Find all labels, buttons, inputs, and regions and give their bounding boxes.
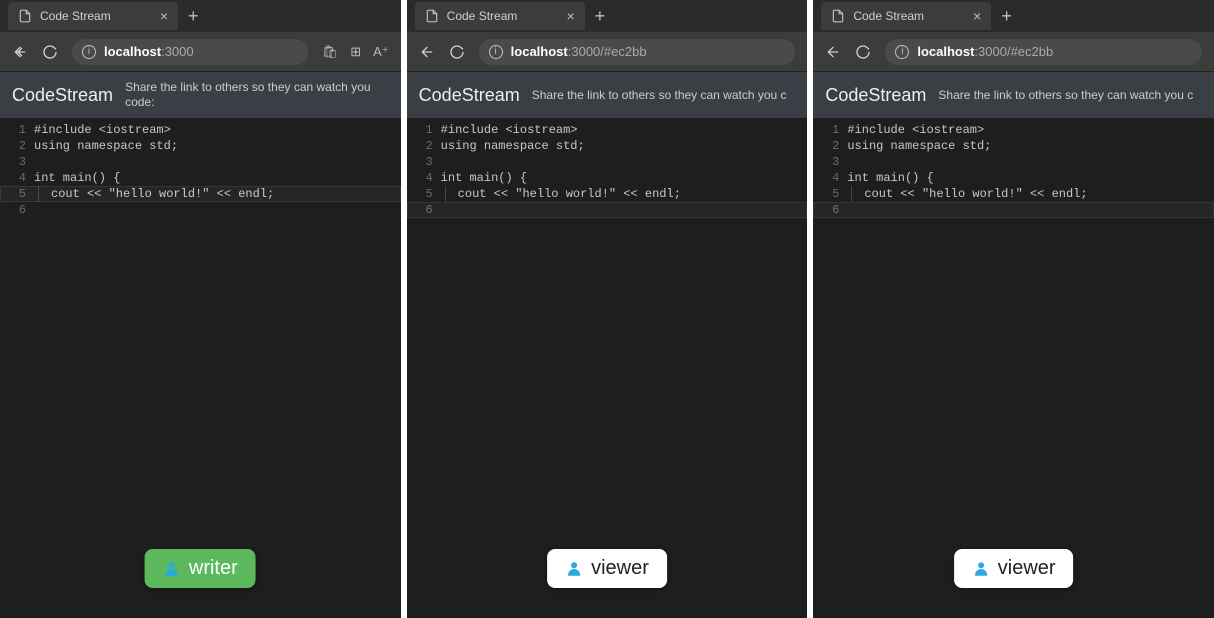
role-badge-viewer: viewer bbox=[547, 549, 667, 588]
url-rest: :3000/#ec2bb bbox=[568, 44, 647, 59]
app-description: Share the link to others so they can wat… bbox=[938, 88, 1202, 103]
app-description: Share the link to others so they can wat… bbox=[532, 88, 796, 103]
refresh-icon[interactable] bbox=[42, 44, 58, 60]
url-host: localhost bbox=[511, 44, 568, 59]
line-number-gutter: 123456 bbox=[813, 118, 847, 222]
new-tab-button[interactable]: + bbox=[178, 6, 209, 27]
file-icon bbox=[425, 9, 439, 23]
text-size-icon[interactable]: A⁺ bbox=[373, 44, 389, 60]
browser-window-2: Code Stream × + i localhost:3000/#ec2bb … bbox=[407, 0, 808, 618]
url-input[interactable]: i localhost:3000 bbox=[72, 39, 308, 65]
url-input[interactable]: i localhost:3000/#ec2bb bbox=[479, 39, 796, 65]
person-icon bbox=[972, 560, 990, 578]
close-icon[interactable]: × bbox=[566, 8, 574, 24]
back-icon[interactable] bbox=[12, 44, 28, 60]
role-label: viewer bbox=[998, 557, 1056, 580]
tab-bar: Code Stream × + bbox=[0, 0, 401, 32]
code-content[interactable]: #include <iostream>using namespace std; … bbox=[847, 118, 1214, 222]
role-badge-viewer: viewer bbox=[954, 549, 1074, 588]
url-rest: :3000 bbox=[161, 44, 194, 59]
line-number-gutter: 123456 bbox=[407, 118, 441, 222]
app-logo: CodeStream bbox=[419, 85, 520, 106]
person-icon bbox=[163, 560, 181, 578]
person-icon bbox=[565, 560, 583, 578]
tab-bar: Code Stream × + bbox=[407, 0, 808, 32]
app-description: Share the link to others so they can wat… bbox=[125, 80, 389, 110]
info-icon[interactable]: i bbox=[82, 45, 96, 59]
line-number-gutter: 123456 bbox=[0, 118, 34, 222]
tab-title: Code Stream bbox=[447, 9, 518, 23]
back-icon[interactable] bbox=[419, 44, 435, 60]
url-rest: :3000/#ec2bb bbox=[974, 44, 1053, 59]
browser-tab[interactable]: Code Stream × bbox=[8, 2, 178, 30]
new-tab-button[interactable]: + bbox=[991, 6, 1022, 27]
code-content[interactable]: #include <iostream>using namespace std; … bbox=[34, 118, 401, 222]
refresh-icon[interactable] bbox=[449, 44, 465, 60]
code-content[interactable]: #include <iostream>using namespace std; … bbox=[441, 118, 808, 222]
role-label: viewer bbox=[591, 557, 649, 580]
url-bar: i localhost:3000/#ec2bb bbox=[407, 32, 808, 72]
qr-icon[interactable]: ⊞ bbox=[350, 44, 361, 60]
code-editor[interactable]: 123456 #include <iostream>using namespac… bbox=[407, 118, 808, 618]
new-tab-button[interactable]: + bbox=[585, 6, 616, 27]
file-icon bbox=[18, 9, 32, 23]
tab-title: Code Stream bbox=[853, 9, 924, 23]
browser-window-1: Code Stream × + i localhost:3000 🛍 ⊞ A⁺ … bbox=[0, 0, 401, 618]
role-label: writer bbox=[189, 557, 238, 580]
url-input[interactable]: i localhost:3000/#ec2bb bbox=[885, 39, 1202, 65]
url-bar: i localhost:3000 🛍 ⊞ A⁺ bbox=[0, 32, 401, 72]
app-logo: CodeStream bbox=[12, 85, 113, 106]
close-icon[interactable]: × bbox=[973, 8, 981, 24]
refresh-icon[interactable] bbox=[855, 44, 871, 60]
shopping-icon[interactable]: 🛍 bbox=[322, 44, 339, 60]
code-editor[interactable]: 123456 #include <iostream>using namespac… bbox=[0, 118, 401, 618]
browser-tab[interactable]: Code Stream × bbox=[821, 2, 991, 30]
role-badge-writer: writer bbox=[145, 549, 256, 588]
app-header: CodeStream Share the link to others so t… bbox=[407, 72, 808, 118]
file-icon bbox=[831, 9, 845, 23]
tab-bar: Code Stream × + bbox=[813, 0, 1214, 32]
browser-window-3: Code Stream × + i localhost:3000/#ec2bb … bbox=[813, 0, 1214, 618]
app-logo: CodeStream bbox=[825, 85, 926, 106]
url-right-icons: 🛍 ⊞ A⁺ bbox=[322, 44, 389, 60]
code-editor[interactable]: 123456 #include <iostream>using namespac… bbox=[813, 118, 1214, 618]
tab-title: Code Stream bbox=[40, 9, 111, 23]
back-icon[interactable] bbox=[825, 44, 841, 60]
info-icon[interactable]: i bbox=[895, 45, 909, 59]
close-icon[interactable]: × bbox=[160, 8, 168, 24]
url-host: localhost bbox=[917, 44, 974, 59]
app-header: CodeStream Share the link to others so t… bbox=[813, 72, 1214, 118]
browser-tab[interactable]: Code Stream × bbox=[415, 2, 585, 30]
info-icon[interactable]: i bbox=[489, 45, 503, 59]
url-bar: i localhost:3000/#ec2bb bbox=[813, 32, 1214, 72]
app-header: CodeStream Share the link to others so t… bbox=[0, 72, 401, 118]
url-host: localhost bbox=[104, 44, 161, 59]
